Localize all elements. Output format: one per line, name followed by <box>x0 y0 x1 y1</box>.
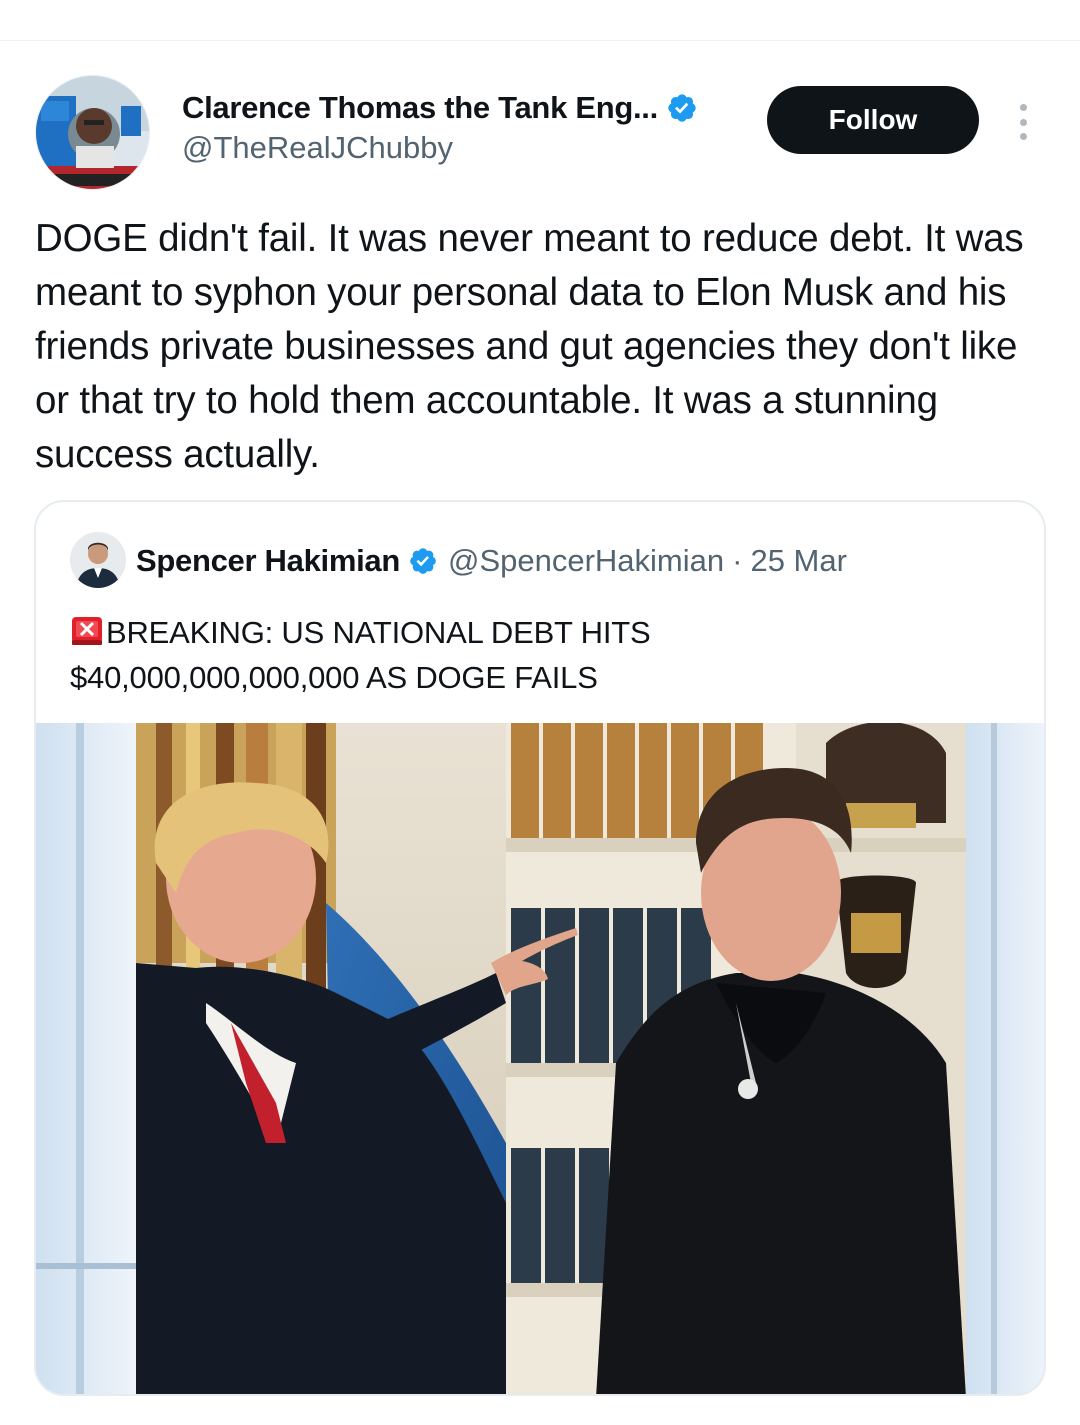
author-name-row: Clarence Thomas the Tank Eng... <box>182 88 698 128</box>
author-avatar[interactable] <box>35 75 150 190</box>
dot-icon <box>1019 118 1027 126</box>
quote-tweet-card[interactable]: Spencer Hakimian @SpencerHakimian · 25 M… <box>34 500 1046 1396</box>
author-display-name[interactable]: Clarence Thomas the Tank Eng... <box>182 90 658 126</box>
more-options-icon[interactable] <box>1010 102 1036 142</box>
dot-icon <box>1019 133 1027 140</box>
quote-header: Spencer Hakimian @SpencerHakimian · 25 M… <box>136 540 847 582</box>
quote-photo[interactable] <box>36 723 1044 1394</box>
quote-author-avatar[interactable] <box>70 532 126 588</box>
person-avatar-icon <box>70 532 126 588</box>
quote-author-name[interactable]: Spencer Hakimian <box>136 543 400 579</box>
top-divider <box>0 40 1080 41</box>
follow-button[interactable]: Follow <box>767 86 979 154</box>
dot-icon <box>1019 104 1027 111</box>
quote-text-line2: $40,000,000,000,000 AS DOGE FAILS <box>70 660 598 695</box>
separator-dot: · <box>732 543 743 578</box>
quote-date[interactable]: 25 Mar <box>750 543 846 579</box>
photo-two-men-office-icon <box>36 723 1044 1394</box>
quote-text-line1: BREAKING: US NATIONAL DEBT HITS <box>106 615 651 650</box>
tweet-text: DOGE didn't fail. It was never meant to … <box>35 217 1024 476</box>
tank-engine-avatar-icon <box>36 76 149 189</box>
quote-text: BREAKING: US NATIONAL DEBT HITS $40,000,… <box>70 610 1010 700</box>
siren-emoji-icon <box>72 617 102 645</box>
verified-badge-icon <box>668 94 696 122</box>
quote-author-handle[interactable]: @SpencerHakimian <box>448 543 724 579</box>
author-handle[interactable]: @TheRealJChubby <box>182 130 453 166</box>
verified-badge-icon <box>410 548 436 574</box>
